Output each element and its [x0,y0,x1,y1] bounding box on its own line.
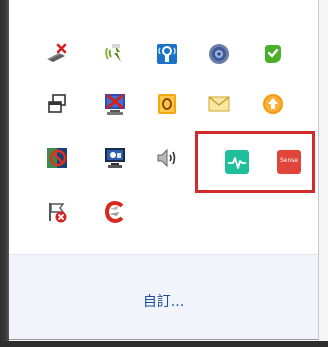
window-bottom-edge [0,341,328,347]
display-settings-icon[interactable] [102,145,128,171]
media-disc-icon[interactable] [206,41,232,67]
display-disabled-icon[interactable] [102,91,128,117]
ccleaner-icon[interactable] [102,199,128,225]
highlight-box [195,131,315,193]
window-edge [0,0,9,347]
notification-area-overflow-panel: Sense 自訂... [9,0,319,340]
office-app-icon[interactable] [154,91,180,117]
mail-icon[interactable] [206,91,232,117]
wireless-connection-icon[interactable] [154,41,180,67]
footer-area: 自訂... [9,255,318,339]
network-disconnected-icon[interactable] [44,41,70,67]
tray-overflow-window: Sense 自訂... [0,0,328,347]
tray-icon-grid: Sense [9,0,318,254]
update-arrow-icon[interactable] [260,91,286,117]
network-blocked-icon[interactable] [44,145,70,171]
volume-icon[interactable] [154,145,180,171]
green-app-icon[interactable] [260,41,286,67]
customize-link[interactable]: 自訂... [9,291,318,311]
wifi-manager-icon[interactable] [102,41,128,67]
task-manager-icon[interactable] [44,91,70,117]
action-center-error-icon[interactable] [44,199,70,225]
